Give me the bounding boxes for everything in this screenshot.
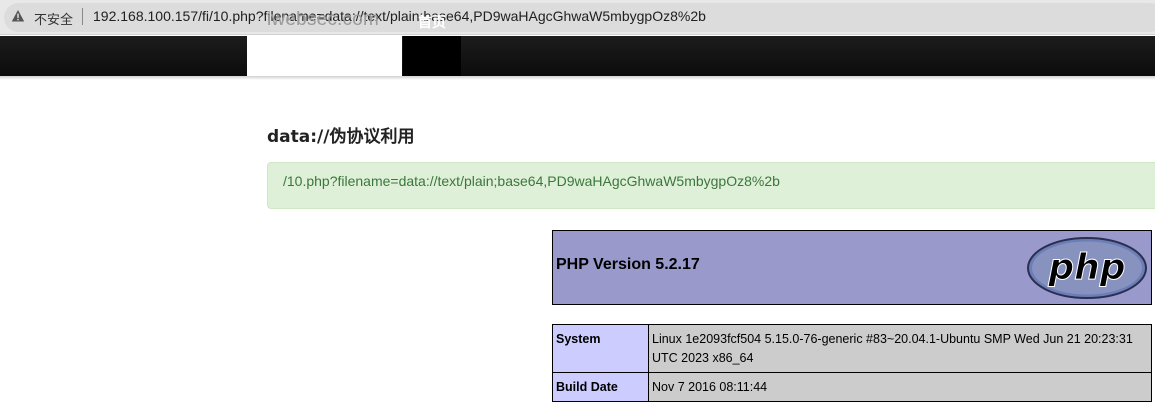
phpinfo-row: System Linux 1e2093fcf504 5.15.0-76-gener… xyxy=(552,324,1152,373)
brand-box xyxy=(247,36,402,76)
page-title: data://伪协议利用 xyxy=(267,127,415,147)
phpinfo-row-value: Linux 1e2093fcf504 5.15.0-76-generic #83… xyxy=(648,324,1152,373)
php-logo-text: php xyxy=(1047,247,1125,288)
php-logo-icon: php xyxy=(1027,237,1147,299)
php-version-title: PHP Version 5.2.17 xyxy=(556,256,700,273)
nav-home-item[interactable] xyxy=(403,36,461,76)
security-status-label[interactable]: 不安全 xyxy=(34,9,73,28)
site-navbar xyxy=(0,36,1155,76)
phpinfo-row-key: System xyxy=(552,324,649,373)
url-text[interactable]: 192.168.100.157/fi/10.php?filename=data:… xyxy=(93,8,706,24)
browser-address-bar: 不安全 192.168.100.157/fi/10.php?filename=d… xyxy=(0,0,1155,35)
phpinfo-row-key: Build Date xyxy=(552,372,649,402)
nav-home-link[interactable]: 首页 xyxy=(418,12,446,32)
site-brand-link[interactable]: iwebsec.com xyxy=(267,9,379,31)
phpinfo-row: Build Date Nov 7 2016 08:11:44 xyxy=(552,372,1152,402)
warning-icon[interactable] xyxy=(11,9,25,23)
payload-alert-text: /10.php?filename=data://text/plain;base6… xyxy=(283,173,780,189)
navbar-shadow xyxy=(0,76,1155,80)
address-divider xyxy=(82,8,83,25)
phpinfo-table: System Linux 1e2093fcf504 5.15.0-76-gener… xyxy=(552,324,1152,402)
phpinfo-row-value: Nov 7 2016 08:11:44 xyxy=(648,372,1152,402)
